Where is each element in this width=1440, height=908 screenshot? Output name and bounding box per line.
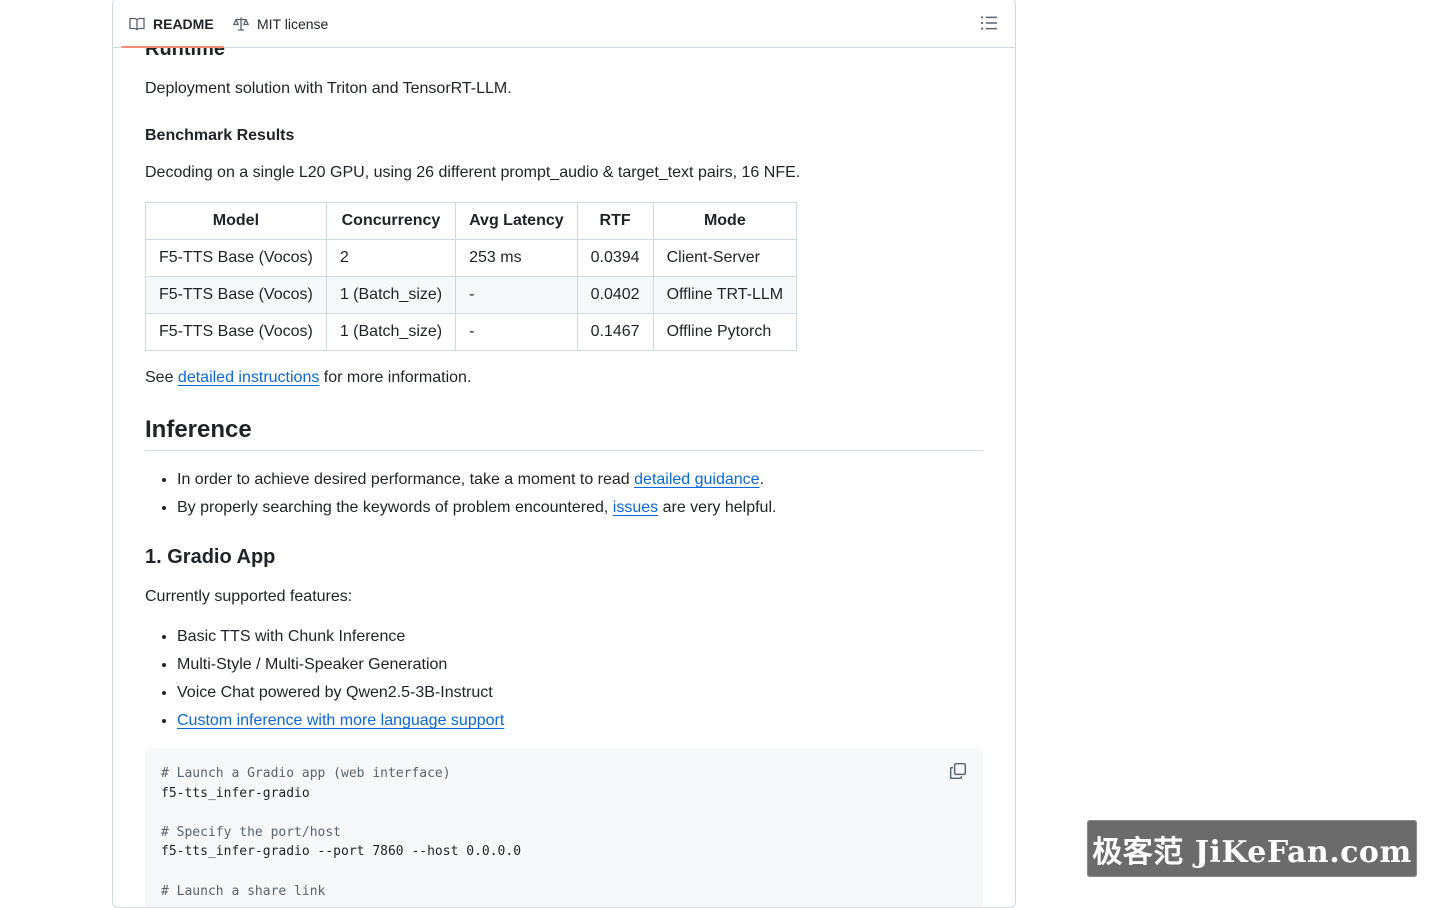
list-item: Basic TTS with Chunk Inference (177, 625, 983, 649)
detailed-guidance-link[interactable]: detailed guidance (634, 471, 759, 488)
list-item-text: . (759, 471, 765, 488)
see-suffix: for more information. (319, 369, 472, 386)
code-line: # Specify the port/host (161, 824, 342, 840)
issues-link[interactable]: issues (613, 499, 658, 516)
table-cell: Client-Server (652, 239, 798, 277)
benchmark-description: Decoding on a single L20 GPU, using 26 d… (145, 164, 801, 181)
table-row: F5-TTS Base (Vocos) 1 (Batch_size) - 0.0… (145, 276, 798, 314)
book-icon (129, 17, 145, 30)
table-cell: - (455, 313, 578, 351)
list-item-text: By properly searching the keywords of pr… (177, 499, 613, 516)
header-concurrency: Concurrency (325, 202, 457, 240)
inference-list: In order to achieve desired performance,… (145, 468, 983, 524)
table-cell: 1 (Batch_size) (325, 276, 457, 314)
list-item-text: are very helpful. (658, 499, 777, 516)
benchmark-table: Model Concurrency Avg Latency RTF Mode F… (145, 202, 798, 351)
outline-toggle-button[interactable] (979, 13, 999, 33)
tab-readme-label: README (153, 15, 214, 32)
code-line: # Launch a Gradio app (web interface) (161, 766, 451, 781)
table-cell: F5-TTS Base (Vocos) (145, 239, 327, 277)
gradio-description: Currently supported features: (145, 588, 353, 605)
table-cell: 253 ms (455, 239, 578, 277)
list-item: Multi-Style / Multi-Speaker Generation (177, 653, 983, 677)
table-row: F5-TTS Base (Vocos) 2 253 ms 0.0394 Clie… (145, 239, 798, 277)
see-instructions-text: See detailed instructions for more infor… (145, 366, 471, 390)
code-block[interactable]: # Launch a Gradio app (web interface) f5-… (145, 748, 983, 907)
benchmark-heading: Benchmark Results (145, 127, 295, 144)
table-header-row: Model Concurrency Avg Latency RTF Mode (145, 202, 798, 240)
inference-heading: Inference (145, 415, 983, 451)
table-cell: Offline Pytorch (652, 313, 798, 351)
readme-tabbar: README MIT license (113, 0, 1015, 48)
header-avg-latency: Avg Latency (455, 202, 578, 240)
custom-inference-link[interactable]: Custom inference with more language supp… (177, 712, 504, 729)
list-unordered-icon (981, 16, 998, 30)
list-item: In order to achieve desired performance,… (177, 468, 983, 492)
table-cell: 0.0402 (576, 276, 654, 314)
table-cell: F5-TTS Base (Vocos) (145, 313, 327, 351)
see-prefix: See (145, 369, 178, 386)
gradio-app-heading: 1. Gradio App (145, 546, 276, 568)
list-item: Voice Chat powered by Qwen2.5-3B-Instruc… (177, 681, 983, 705)
runtime-description: Deployment solution with Triton and Tens… (145, 80, 512, 97)
copy-code-button[interactable] (949, 762, 967, 780)
tab-license[interactable]: MIT license (233, 0, 328, 48)
tab-license-label: MIT license (257, 15, 329, 32)
header-model: Model (145, 202, 327, 240)
header-rtf: RTF (576, 202, 654, 240)
list-item: Custom inference with more language supp… (177, 709, 983, 733)
list-item-text: In order to achieve desired performance,… (177, 471, 635, 488)
table-cell: 0.1467 (576, 313, 654, 351)
code-line: f5-tts_infer-gradio (161, 785, 310, 801)
table-cell: 2 (325, 239, 457, 277)
copy-icon (949, 762, 967, 780)
table-cell: F5-TTS Base (Vocos) (145, 276, 327, 314)
watermark-logo: 极客范 JiKeFan.com (1087, 820, 1417, 877)
detailed-instructions-link[interactable]: detailed instructions (178, 369, 319, 386)
table-row: F5-TTS Base (Vocos) 1 (Batch_size) - 0.1… (145, 313, 798, 351)
code-line: f5-tts_infer-gradio --port 7860 --host 0… (161, 844, 522, 860)
table-cell: - (455, 276, 578, 314)
features-list: Basic TTS with Chunk Inference Multi-Sty… (145, 625, 983, 737)
code-line: # Launch a share link (161, 883, 326, 899)
tab-readme[interactable]: README (121, 0, 224, 48)
table-cell: 0.0394 (576, 239, 654, 277)
readme-container: README MIT license Runtime Deployment so… (112, 0, 1016, 908)
table-cell: 1 (Batch_size) (325, 313, 457, 351)
law-icon (233, 17, 249, 31)
header-mode: Mode (652, 202, 798, 240)
table-cell: Offline TRT-LLM (652, 276, 798, 314)
list-item: By properly searching the keywords of pr… (177, 496, 983, 520)
